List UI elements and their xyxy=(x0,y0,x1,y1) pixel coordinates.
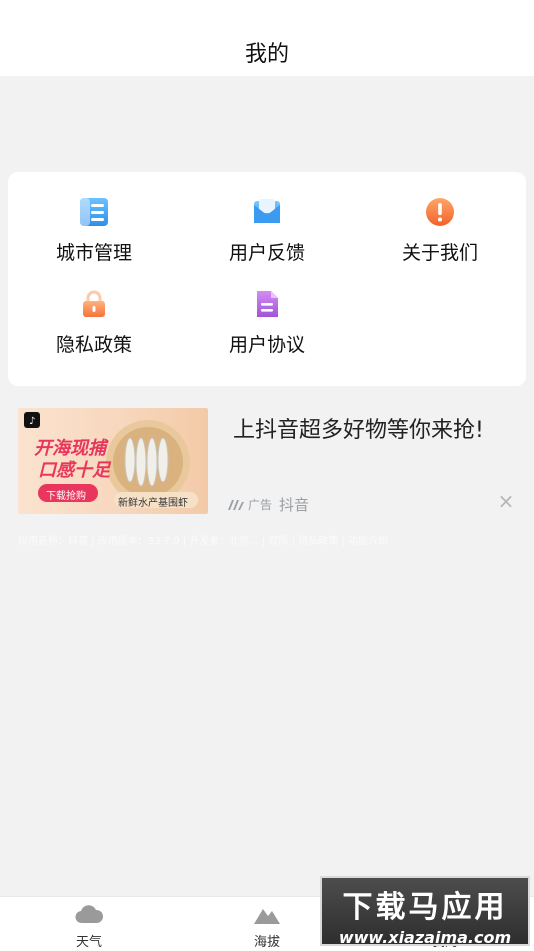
ad-image-caption: 新鲜水产基围虾 xyxy=(118,498,188,509)
cloud-icon xyxy=(75,905,104,924)
mountain-icon xyxy=(254,909,280,924)
svg-text:♪: ♪ xyxy=(29,416,35,427)
watermark-line-1: 下载马应用 xyxy=(342,890,508,925)
watermark-logo: 下载马应用 www.xiazaima.com xyxy=(320,876,530,947)
watermark-line-2: www.xiazaima.com xyxy=(338,928,512,947)
close-icon[interactable]: × xyxy=(497,491,515,511)
ad-fine-print: 应用名称：抖音 | 应用版本：33.7.0 | 开发者：北京... | 权限 |… xyxy=(18,536,388,547)
ad-download-button[interactable]: 下载抢购 xyxy=(46,487,86,502)
alert-icon xyxy=(426,198,454,226)
menu-label-feedback: 用户反馈 xyxy=(228,242,305,264)
menu-label-about-us: 关于我们 xyxy=(401,242,478,264)
ad-banner[interactable]: ♪ 开海现捕 口感十足 下载抢购 新鲜水产基围虾 上抖音超多好物等你来抢! 广告… xyxy=(0,400,534,550)
menu-item-privacy-policy[interactable]: 隐私政策 xyxy=(14,288,174,357)
ad-title[interactable]: 上抖音超多好物等你来抢! xyxy=(233,412,484,444)
menu-item-feedback[interactable]: 用户反馈 xyxy=(187,196,347,265)
ad-image[interactable]: ♪ 开海现捕 口感十足 下载抢购 新鲜水产基围虾 xyxy=(18,408,208,514)
menu-item-city-management[interactable]: 城市管理 xyxy=(14,196,174,265)
tab-weather[interactable]: 天气 xyxy=(49,903,129,950)
menu-label-user-agreement: 用户协议 xyxy=(228,334,305,356)
menu-label-city-management: 城市管理 xyxy=(55,242,132,264)
ad-tag-label: 广告 xyxy=(248,498,273,512)
ad-headline-2: 口感十足 xyxy=(38,460,110,481)
page-title: 我的 xyxy=(244,42,289,67)
document-icon xyxy=(257,291,278,317)
ad-source: 抖音 xyxy=(279,496,310,514)
lock-icon xyxy=(83,290,105,317)
menu-label-privacy-policy: 隐私政策 xyxy=(55,334,132,356)
tab-label-weather: 天气 xyxy=(75,935,102,950)
menu-item-user-agreement[interactable]: 用户协议 xyxy=(187,288,347,357)
menu-item-about-us[interactable]: 关于我们 xyxy=(360,196,520,265)
menu-card: 城市管理 用户反馈 关于我们 隐私政策 用户协议 xyxy=(8,172,526,386)
top-header: 我的 xyxy=(0,0,534,76)
ad-tag: 广告 xyxy=(228,496,272,513)
tab-altitude[interactable]: 海拔 xyxy=(227,903,307,950)
list-icon xyxy=(80,198,108,226)
ad-logo-icon xyxy=(228,499,244,510)
tab-label-altitude: 海拔 xyxy=(253,935,280,950)
mail-icon xyxy=(254,199,280,223)
